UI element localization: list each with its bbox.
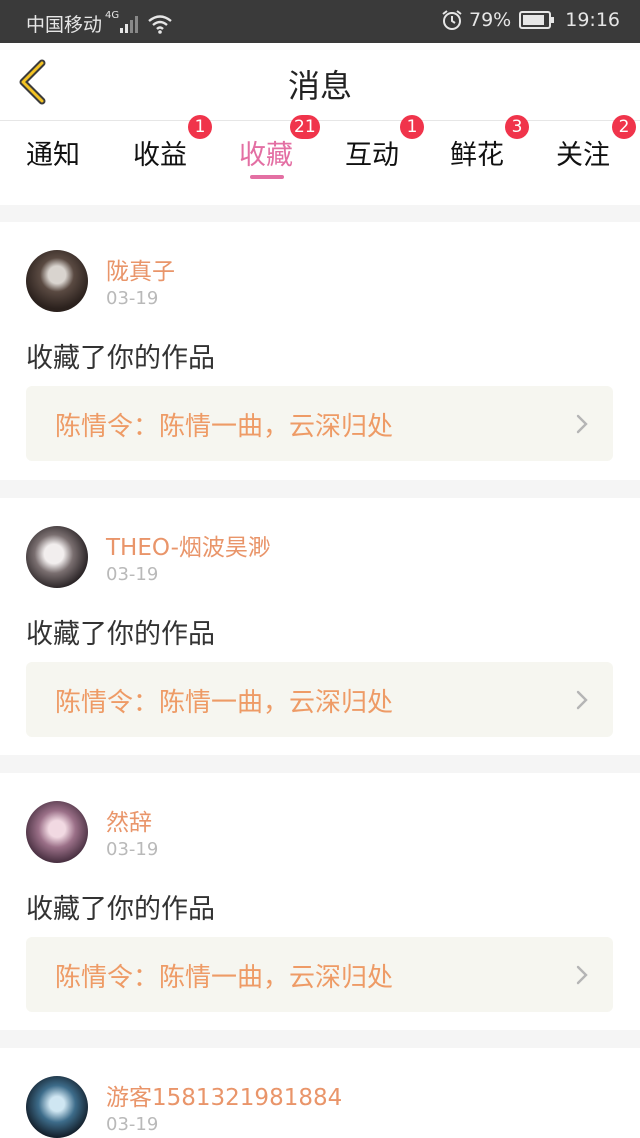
- carrier-label: 中国移动: [26, 14, 103, 36]
- network-type: 4G: [105, 10, 120, 21]
- wifi-icon: [148, 14, 172, 34]
- header: 消息: [0, 43, 640, 121]
- avatar[interactable]: [26, 250, 88, 312]
- work-link[interactable]: 陈情令：陈情一曲，云深归处: [26, 662, 613, 737]
- tab-label: 鲜花: [450, 140, 504, 171]
- work-link[interactable]: 陈情令：陈情一曲，云深归处: [26, 937, 613, 1012]
- clock: 19:16: [565, 9, 620, 31]
- tab-badge: 21: [290, 115, 320, 139]
- active-tab-indicator: [250, 175, 284, 179]
- tab-interactions[interactable]: 互动: [345, 133, 399, 172]
- date: 03-19: [106, 564, 159, 585]
- tab-label: 关注: [556, 140, 610, 171]
- tab-bar: 通知 收益 1 收藏 21 互动 1 鲜花 3 关注 2: [0, 115, 640, 205]
- work-title: 陈情令：陈情一曲，云深归处: [55, 688, 394, 718]
- divider: [0, 1030, 640, 1048]
- avatar[interactable]: [26, 801, 88, 863]
- date: 03-19: [106, 839, 159, 860]
- user-name[interactable]: 游客1581321981884: [106, 1078, 342, 1112]
- tab-label: 收藏: [239, 140, 293, 171]
- work-link[interactable]: 陈情令：陈情一曲，云深归处: [26, 386, 613, 461]
- tab-badge: 1: [188, 115, 212, 139]
- date: 03-19: [106, 1114, 159, 1135]
- status-left: 中国移动 4G: [26, 10, 173, 37]
- tab-flowers[interactable]: 鲜花: [450, 133, 504, 172]
- battery-icon: [519, 11, 555, 29]
- tab-favorites[interactable]: 收藏: [239, 133, 293, 172]
- tab-follows[interactable]: 关注: [556, 133, 610, 172]
- tab-label: 收益: [133, 140, 187, 171]
- user-name[interactable]: THEO-烟波昊渺: [106, 528, 271, 562]
- chevron-right-icon: [576, 414, 588, 434]
- action-text: 收藏了你的作品: [26, 894, 215, 925]
- favorite-card: 游客1581321981884 03-19: [0, 1048, 640, 1138]
- divider: [0, 205, 640, 222]
- status-right: 79% 19:16: [441, 9, 620, 31]
- divider: [0, 755, 640, 773]
- work-title: 陈情令：陈情一曲，云深归处: [55, 412, 394, 442]
- page-title: 消息: [287, 67, 352, 105]
- status-bar: 中国移动 4G 79% 19:16: [0, 0, 640, 43]
- tab-badge: 1: [400, 115, 424, 139]
- action-text: 收藏了你的作品: [26, 343, 215, 374]
- avatar[interactable]: [26, 526, 88, 588]
- favorite-card: THEO-烟波昊渺 03-19 收藏了你的作品 陈情令：陈情一曲，云深归处: [0, 498, 640, 755]
- tab-notifications[interactable]: 通知: [26, 133, 80, 172]
- user-name[interactable]: 然辞: [106, 803, 152, 837]
- favorite-card: 然辞 03-19 收藏了你的作品 陈情令：陈情一曲，云深归处: [0, 773, 640, 1030]
- user-name[interactable]: 陇真子: [106, 252, 175, 286]
- avatar[interactable]: [26, 1076, 88, 1138]
- tab-label: 互动: [345, 140, 399, 171]
- chevron-right-icon: [576, 965, 588, 985]
- tab-earnings[interactable]: 收益: [133, 133, 187, 172]
- tab-badge: 2: [612, 115, 636, 139]
- chevron-right-icon: [576, 690, 588, 710]
- tab-badge: 3: [505, 115, 529, 139]
- favorite-card: 陇真子 03-19 收藏了你的作品 陈情令：陈情一曲，云深归处: [0, 222, 640, 480]
- signal-icon: [120, 15, 139, 33]
- battery-percent: 79%: [469, 9, 512, 31]
- date: 03-19: [106, 288, 159, 309]
- work-title: 陈情令：陈情一曲，云深归处: [55, 963, 394, 993]
- tab-label: 通知: [26, 140, 80, 171]
- action-text: 收藏了你的作品: [26, 619, 215, 650]
- alarm-icon: [442, 10, 462, 30]
- divider: [0, 480, 640, 498]
